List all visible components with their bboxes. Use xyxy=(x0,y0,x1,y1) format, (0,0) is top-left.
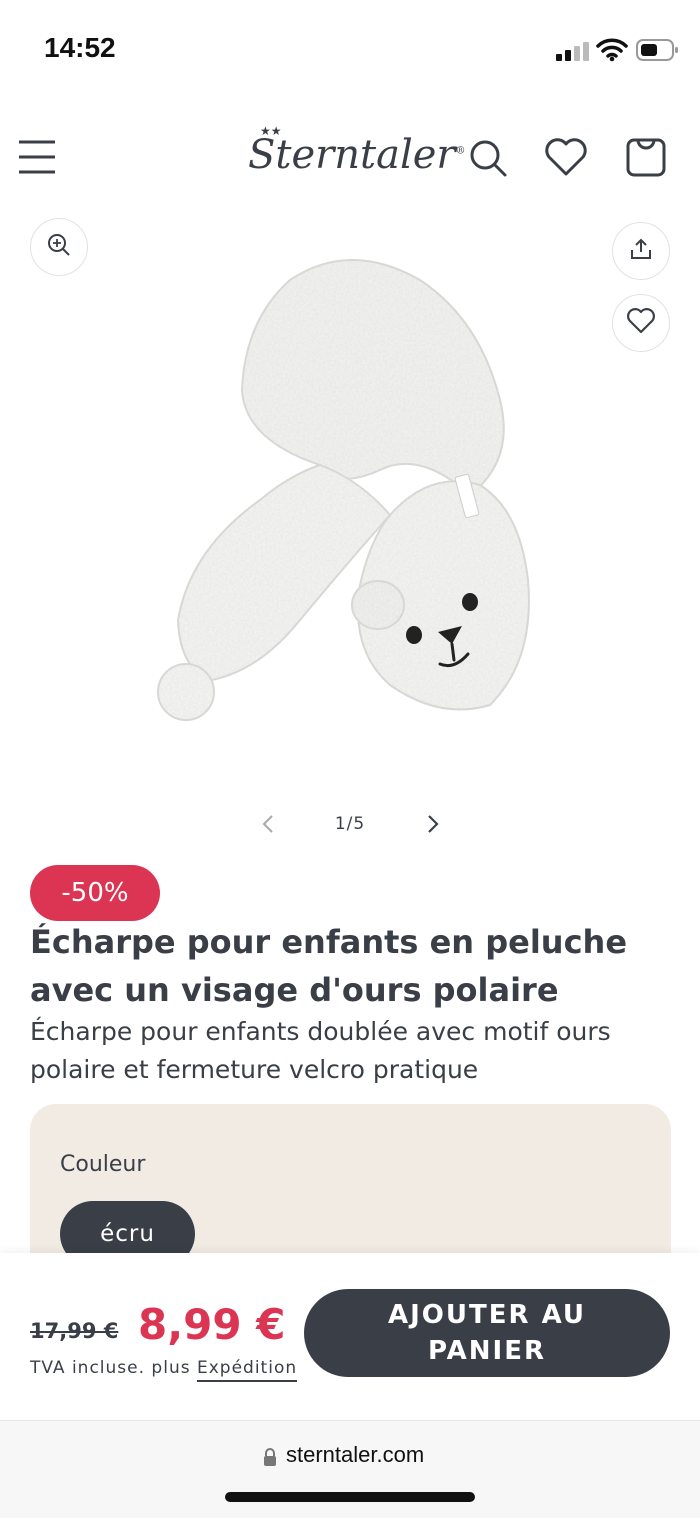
share-button[interactable] xyxy=(612,222,670,280)
previous-image-button[interactable] xyxy=(258,812,280,836)
sale-price: 8,99 € xyxy=(138,1300,286,1349)
battery-icon xyxy=(636,38,680,66)
color-label: Couleur xyxy=(60,1152,146,1177)
product-subtitle: Écharpe pour enfants doublée avec motif … xyxy=(30,1017,611,1084)
chevron-left-icon xyxy=(258,815,280,840)
signal-icon xyxy=(556,41,590,65)
share-icon xyxy=(628,236,654,266)
menu-icon[interactable] xyxy=(18,138,56,176)
status-time: 14:52 xyxy=(44,32,116,63)
logo-text: Sterntaler xyxy=(248,132,456,178)
heart-icon xyxy=(626,307,656,339)
favorite-button[interactable] xyxy=(612,294,670,352)
vat-text: TVA incluse. plus xyxy=(30,1358,197,1378)
next-image-button[interactable] xyxy=(422,812,444,836)
add-to-cart-label: AJOUTER AU PANIER xyxy=(387,1300,586,1366)
product-title: Écharpe pour enfants en peluche avec un … xyxy=(30,923,628,1009)
vat-note: TVA incluse. plus Expédition xyxy=(30,1358,298,1382)
image-counter: 1/5 xyxy=(334,814,366,834)
discount-badge: -50% xyxy=(30,865,160,921)
search-icon[interactable] xyxy=(468,138,508,182)
wifi-icon xyxy=(596,38,628,66)
chevron-right-icon xyxy=(422,815,444,840)
zoom-button[interactable] xyxy=(30,218,88,276)
product-image[interactable] xyxy=(150,240,550,740)
home-indicator xyxy=(225,1492,475,1502)
shipping-link[interactable]: Expédition xyxy=(196,1358,298,1382)
site-logo[interactable]: ★★ Sterntaler® xyxy=(248,124,466,178)
url-text[interactable]: sterntaler.com xyxy=(286,1442,424,1468)
logo-registered-mark: ® xyxy=(455,145,466,157)
lock-icon xyxy=(262,1447,278,1471)
add-to-cart-button[interactable]: AJOUTER AU PANIER xyxy=(304,1289,670,1377)
zoom-icon xyxy=(46,232,72,262)
old-price: 17,99 € xyxy=(30,1319,119,1343)
wishlist-heart-icon[interactable] xyxy=(544,137,588,181)
logo-stars-icon: ★★ xyxy=(260,124,282,138)
bag-icon[interactable] xyxy=(626,136,666,182)
browser-url-bar[interactable] xyxy=(0,1420,700,1518)
